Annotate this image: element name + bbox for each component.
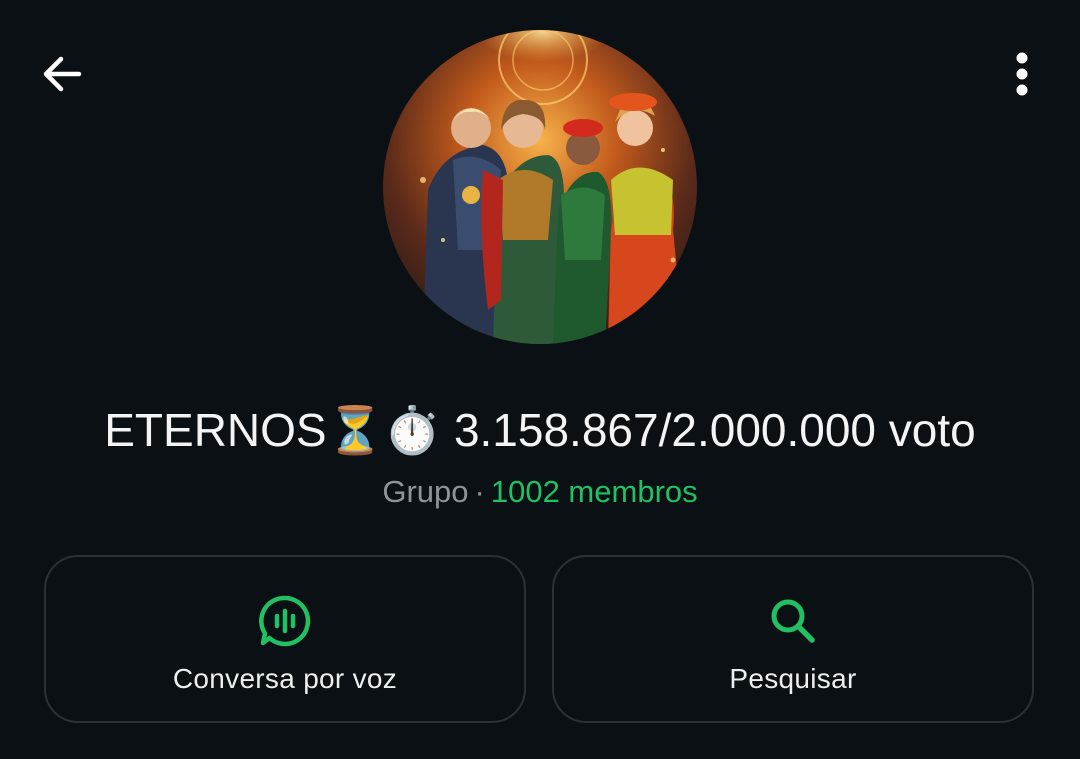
more-options-button[interactable] bbox=[990, 42, 1054, 106]
voice-chat-button[interactable]: Conversa por voz bbox=[44, 555, 526, 723]
arrow-left-icon bbox=[43, 56, 82, 92]
separator-dot: · bbox=[474, 474, 485, 509]
voice-chat-label: Conversa por voz bbox=[172, 663, 398, 694]
group-type-label: Grupo bbox=[382, 474, 469, 509]
search-label: Pesquisar bbox=[729, 663, 857, 694]
voice-chat-icon bbox=[255, 591, 315, 651]
avatar-image bbox=[383, 30, 697, 344]
group-subtitle: Grupo · 1002 membros bbox=[0, 472, 1080, 512]
search-button[interactable]: Pesquisar bbox=[552, 555, 1034, 723]
group-info-screen: ETERNOS⏳⏱️ 3.158.867/2.000.000 voto Grup… bbox=[0, 0, 1080, 759]
group-avatar[interactable] bbox=[383, 30, 697, 344]
back-button[interactable] bbox=[30, 42, 94, 106]
more-vertical-icon bbox=[1016, 52, 1028, 96]
members-count-link[interactable]: 1002 membros bbox=[491, 474, 698, 509]
group-title: ETERNOS⏳⏱️ 3.158.867/2.000.000 voto bbox=[104, 404, 976, 456]
search-icon bbox=[763, 591, 823, 651]
